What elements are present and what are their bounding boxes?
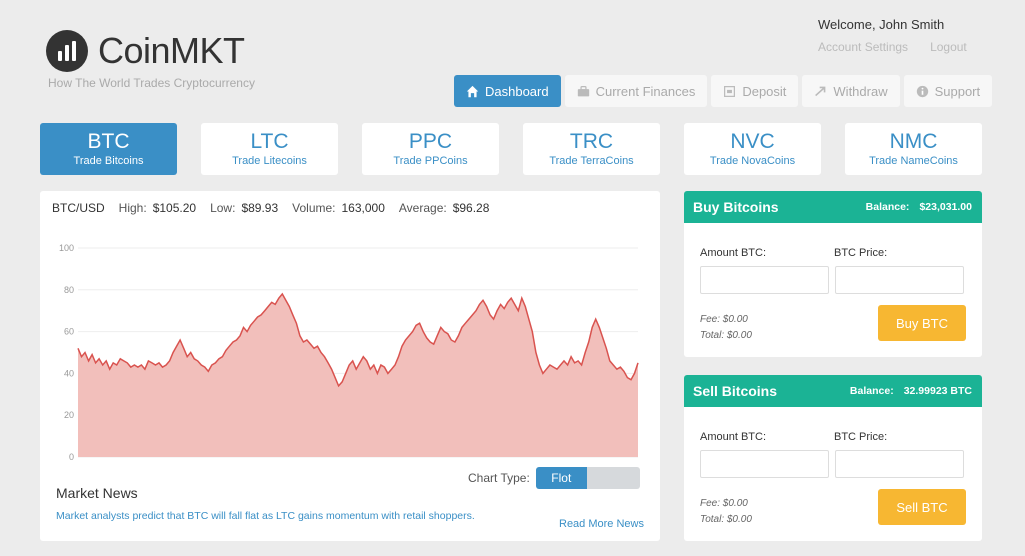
logo[interactable]: CoinMKT bbox=[46, 30, 245, 72]
y-tick-label: 20 bbox=[64, 410, 74, 420]
nav-current-finances[interactable]: Current Finances bbox=[564, 75, 708, 107]
nav-support[interactable]: Support bbox=[903, 75, 993, 107]
sell-field-labels: Amount BTC: BTC Price: bbox=[700, 431, 888, 443]
buy-panel: Buy Bitcoins Balance: $23,031.00 Amount B… bbox=[684, 191, 982, 357]
y-tick-label: 80 bbox=[64, 285, 74, 295]
y-tick-label: 100 bbox=[59, 243, 74, 253]
news-title: Market News bbox=[56, 485, 138, 501]
coin-tab-nvc[interactable]: NVC Trade NovaCoins bbox=[684, 123, 821, 175]
coin-tab-ltc[interactable]: LTC Trade Litecoins bbox=[201, 123, 338, 175]
coin-tabs: BTC Trade Bitcoins LTC Trade Litecoins PPC… bbox=[40, 123, 982, 175]
buy-field-labels: Amount BTC: BTC Price: bbox=[700, 247, 888, 259]
news-headline[interactable]: Market analysts predict that BTC will fa… bbox=[56, 510, 475, 522]
arrow-icon bbox=[815, 86, 826, 96]
nav-dashboard[interactable]: Dashboard bbox=[454, 75, 561, 107]
price-area bbox=[78, 294, 638, 457]
main-nav: Dashboard Current Finances Deposit Withd… bbox=[454, 75, 993, 107]
chart-type-other[interactable] bbox=[586, 467, 640, 489]
chart-panel: BTC/USD High: $105.20 Low: $89.93 Volume: 1… bbox=[40, 191, 660, 541]
sell-balance: Balance: 32.99923 BTC bbox=[849, 385, 972, 397]
info-icon bbox=[916, 85, 928, 97]
average-value: $96.28 bbox=[452, 201, 490, 215]
chart-type-toggle[interactable]: Flot bbox=[535, 467, 640, 489]
sell-amount-input[interactable] bbox=[700, 450, 829, 478]
coin-tab-ppc[interactable]: PPC Trade PPCoins bbox=[362, 123, 499, 175]
buy-btc-button[interactable]: Buy BTC bbox=[878, 305, 966, 341]
sell-title: Sell Bitcoins bbox=[693, 383, 778, 399]
nav-withdraw[interactable]: Withdraw bbox=[802, 75, 900, 107]
y-tick-label: 0 bbox=[69, 452, 74, 462]
chart-type-control: Chart Type: Flot bbox=[468, 467, 640, 489]
buy-amount-input[interactable] bbox=[700, 266, 829, 294]
y-tick-label: 60 bbox=[64, 327, 74, 337]
buy-inputs bbox=[700, 266, 964, 294]
nav-deposit[interactable]: Deposit bbox=[711, 75, 799, 107]
sell-btc-button[interactable]: Sell BTC bbox=[878, 489, 966, 525]
price-chart[interactable]: 0 20 40 60 80 100 bbox=[40, 231, 660, 463]
price-stats: BTC/USD High: $105.20 Low: $89.93 Volume: 1… bbox=[52, 201, 490, 215]
low-value: $89.93 bbox=[241, 201, 279, 215]
sell-price-input[interactable] bbox=[835, 450, 964, 478]
home-icon bbox=[466, 85, 479, 97]
bar-chart-icon bbox=[46, 30, 88, 72]
briefcase-icon bbox=[577, 85, 589, 96]
coin-tab-btc[interactable]: BTC Trade Bitcoins bbox=[40, 123, 177, 175]
y-tick-label: 40 bbox=[64, 368, 74, 378]
buy-header: Buy Bitcoins Balance: $23,031.00 bbox=[684, 191, 982, 223]
chart-type-flot[interactable]: Flot bbox=[535, 467, 587, 489]
coin-tab-trc[interactable]: TRC Trade TerraCoins bbox=[523, 123, 660, 175]
buy-title: Buy Bitcoins bbox=[693, 199, 779, 215]
sell-fees: Fee: $0.00 Total: $0.00 bbox=[700, 498, 752, 525]
read-more-link[interactable]: Read More News bbox=[559, 518, 644, 530]
sell-panel: Sell Bitcoins Balance: 32.99923 BTC Amoun… bbox=[684, 375, 982, 541]
logout-link[interactable]: Logout bbox=[930, 40, 967, 54]
buy-balance: Balance: $23,031.00 bbox=[865, 201, 972, 213]
pair-label: BTC/USD bbox=[52, 201, 105, 215]
account-settings-link[interactable]: Account Settings bbox=[818, 40, 908, 54]
brand-name: CoinMKT bbox=[98, 30, 245, 71]
coin-tab-nmc[interactable]: NMC Trade NameCoins bbox=[845, 123, 982, 175]
buy-price-input[interactable] bbox=[835, 266, 964, 294]
deposit-icon bbox=[724, 85, 736, 97]
sell-header: Sell Bitcoins Balance: 32.99923 BTC bbox=[684, 375, 982, 407]
buy-fees: Fee: $0.00 Total: $0.00 bbox=[700, 314, 752, 341]
account-links: Account Settings Logout bbox=[818, 40, 967, 54]
high-value: $105.20 bbox=[152, 201, 197, 215]
volume-value: 163,000 bbox=[341, 201, 385, 215]
tagline: How The World Trades Cryptocurrency bbox=[48, 76, 255, 90]
sell-inputs bbox=[700, 450, 964, 478]
welcome-text: Welcome, John Smith bbox=[818, 17, 945, 32]
